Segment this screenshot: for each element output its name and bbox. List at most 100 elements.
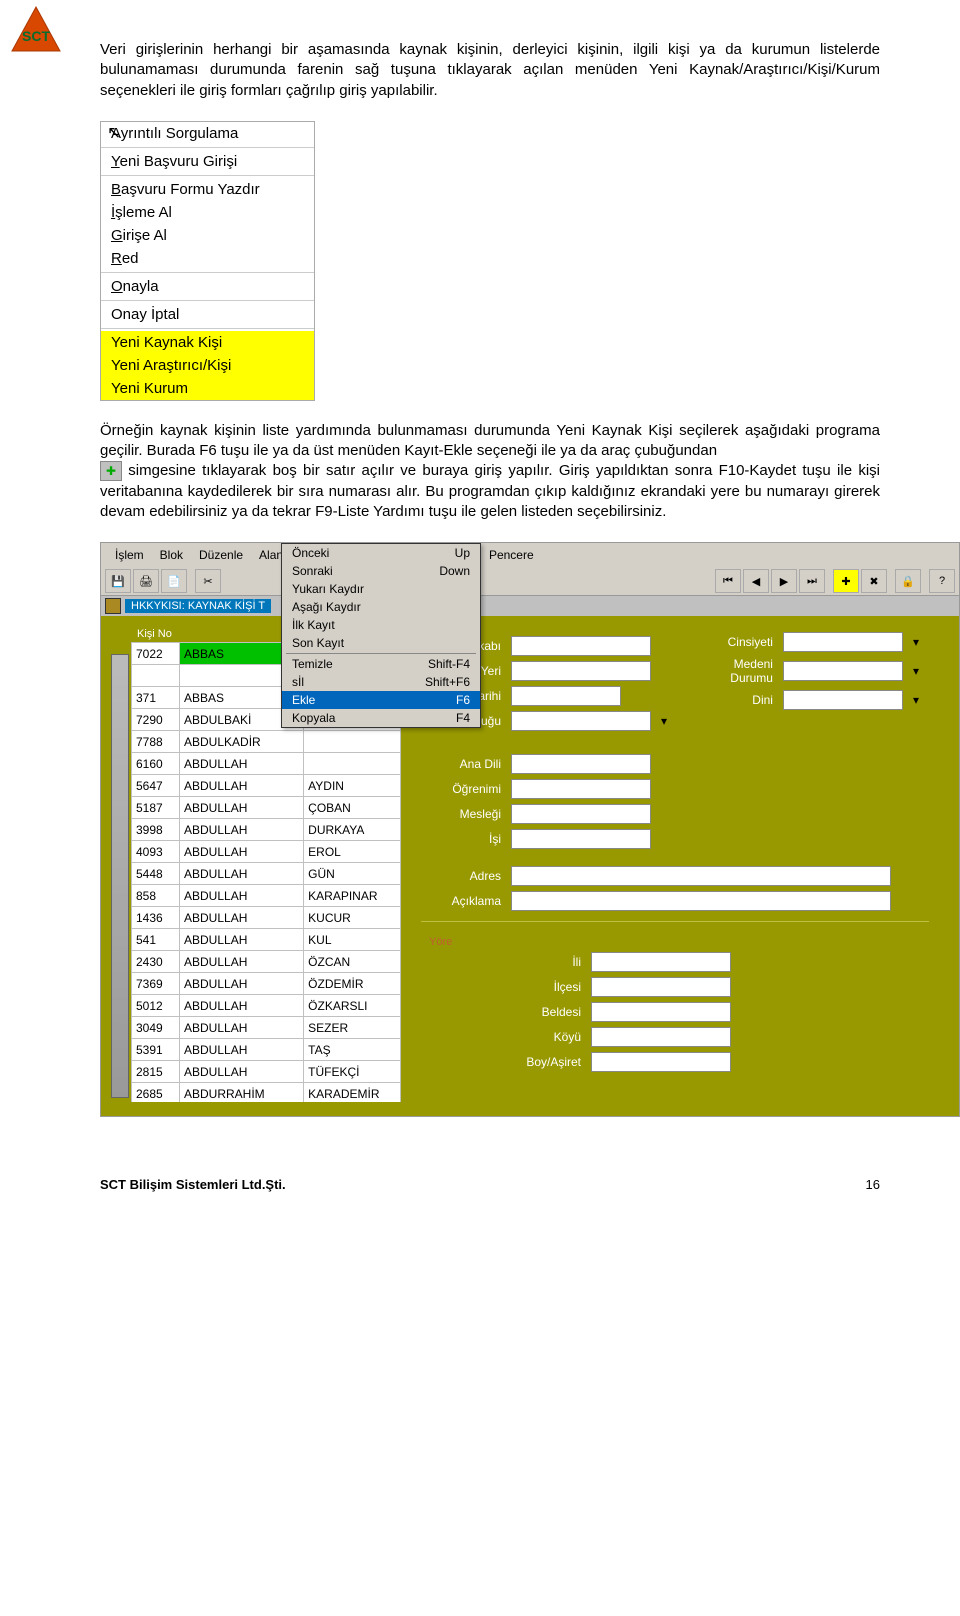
menu-item[interactable]: Onay İptal [101, 303, 314, 326]
table-row[interactable]: 858ABDULLAHKARAPINAR [132, 885, 401, 907]
menu-item[interactable]: Red [101, 247, 314, 270]
label-ilcesi: İlçesi [501, 980, 581, 994]
input-dini[interactable] [783, 690, 903, 710]
table-row[interactable]: 5012ABDULLAHÖZKARSLI [132, 995, 401, 1017]
scrollbar[interactable] [111, 654, 129, 1098]
table-row[interactable]: 5187ABDULLAHÇOBAN [132, 797, 401, 819]
paragraph-1: Veri girişlerinin herhangi bir aşamasınd… [100, 40, 880, 101]
context-menu-1: ↖Ayrıntılı Sorgulama Yeni Başvuru Girişi… [100, 121, 315, 401]
menubar-item[interactable]: Düzenle [193, 546, 249, 564]
input-lakabi[interactable] [511, 636, 651, 656]
dropdown-item[interactable]: TemizleShift-F4 [282, 655, 480, 673]
dropdown-item[interactable]: sİlShift+F6 [282, 673, 480, 691]
input-beldesi[interactable] [591, 1002, 731, 1022]
label-medeni: Medeni Durumu [693, 657, 773, 685]
toolbar-nav-last[interactable]: ⏭ [799, 569, 825, 593]
menu-item[interactable]: Girişe Al [101, 224, 314, 247]
table-row[interactable]: 5647ABDULLAHAYDIN [132, 775, 401, 797]
toolbar-help[interactable]: ? [929, 569, 955, 593]
table-row[interactable]: 3998ABDULLAHDURKAYA [132, 819, 401, 841]
input-adres[interactable] [511, 866, 891, 886]
sct-logo: SCT [10, 5, 62, 62]
input-ogrenimi[interactable] [511, 779, 651, 799]
input-cinsiyeti[interactable] [783, 632, 903, 652]
menu-item-highlighted[interactable]: Yeni Kaynak Kişi [101, 331, 314, 354]
menubar: İşlemBlokDüzenleAlanKayıtSorguYardımDiğe… [101, 543, 959, 567]
label-koyu: Köyü [501, 1030, 581, 1044]
input-meslegi[interactable] [511, 804, 651, 824]
input-uyrugu[interactable] [511, 711, 651, 731]
yore-fieldset: Yöre İli İlçesi Beldesi Köyü Boy/Aşiret [421, 921, 929, 1072]
label-cinsiyeti: Cinsiyeti [693, 635, 773, 649]
input-dogum-tarihi[interactable] [511, 686, 621, 706]
input-medeni[interactable] [783, 661, 903, 681]
window-title-row: HKKYKISI: KAYNAK KİŞİ T [101, 596, 959, 616]
toolbar-nav-next[interactable]: ▶ [771, 569, 797, 593]
label-aciklama: Açıklama [421, 894, 501, 908]
table-row[interactable]: 6160ABDULLAH [132, 753, 401, 775]
table-row[interactable]: 3049ABDULLAHSEZER [132, 1017, 401, 1039]
toolbar-button[interactable]: 🖨 [133, 569, 159, 593]
window-title: HKKYKISI: KAYNAK KİŞİ T [125, 599, 271, 613]
toolbar-delete-record[interactable]: ✖ [861, 569, 887, 593]
menu-item[interactable]: İşleme Al [101, 201, 314, 224]
dropdown-item[interactable]: KopyalaF4 [282, 709, 480, 727]
input-aciklama[interactable] [511, 891, 891, 911]
label-isi: İşi [421, 832, 501, 846]
paragraph-2: Örneğin kaynak kişinin liste yardımında … [100, 421, 880, 522]
fieldset-title-yore: Yöre [429, 936, 929, 948]
input-ana-dili[interactable] [511, 754, 651, 774]
menubar-item[interactable]: Blok [154, 546, 189, 564]
menu-item-highlighted[interactable]: Yeni Araştırıcı/Kişi [101, 354, 314, 377]
input-ili[interactable] [591, 952, 731, 972]
menubar-item[interactable]: İşlem [109, 546, 150, 564]
menu-item[interactable]: Yeni Başvuru Girişi [101, 150, 314, 173]
dropdown-item[interactable]: SonrakiDown [282, 562, 480, 580]
input-ilcesi[interactable] [591, 977, 731, 997]
dropdown-item[interactable]: Son Kayıt [282, 634, 480, 652]
svg-text:SCT: SCT [22, 28, 50, 44]
toolbar-button[interactable]: 🔒 [895, 569, 921, 593]
table-row[interactable]: 2815ABDULLAHTÜFEKÇİ [132, 1061, 401, 1083]
table-row[interactable]: 4093ABDULLAHEROL [132, 841, 401, 863]
table-row[interactable]: 2430ABDULLAHÖZCAN [132, 951, 401, 973]
table-row[interactable]: 7369ABDULLAHÖZDEMİR [132, 973, 401, 995]
input-isi[interactable] [511, 829, 651, 849]
menu-separator [101, 272, 314, 273]
dropdown-item[interactable]: Aşağı Kaydır [282, 598, 480, 616]
page-number: 16 [866, 1177, 880, 1192]
table-row[interactable]: 5448ABDULLAHGÜN [132, 863, 401, 885]
toolbar-button[interactable]: ✂ [195, 569, 221, 593]
toolbar-add-record[interactable]: ✚ [833, 569, 859, 593]
kayit-dropdown-menu: ÖncekiUpSonrakiDownYukarı KaydırAşağı Ka… [281, 543, 481, 728]
toolbar-button[interactable]: 💾 [105, 569, 131, 593]
input-boy[interactable] [591, 1052, 731, 1072]
table-row[interactable]: 541ABDULLAHKUL [132, 929, 401, 951]
menu-item[interactable]: Başvuru Formu Yazdır [101, 178, 314, 201]
table-row[interactable]: 5391ABDULLAHTAŞ [132, 1039, 401, 1061]
toolbar-button[interactable]: 📄 [161, 569, 187, 593]
menu-item-highlighted[interactable]: Yeni Kurum [101, 377, 314, 400]
dropdown-item[interactable]: İlk Kayıt [282, 616, 480, 634]
table-row[interactable]: 7788ABDULKADİR [132, 731, 401, 753]
toolbar: 💾 🖨 📄 ✂ ÖncekiUpSonrakiDownYukarı Kaydır… [101, 567, 959, 596]
top-right-field-group: Cinsiyeti▾ Medeni Durumu▾ Dini▾ [693, 632, 919, 715]
footer-company: SCT Bilişim Sistemleri Ltd.Şti. [100, 1177, 286, 1192]
label-ana-dili: Ana Dili [421, 757, 501, 771]
page-footer: SCT Bilişim Sistemleri Ltd.Şti. 16 [100, 1177, 880, 1192]
input-koyu[interactable] [591, 1027, 731, 1047]
table-row[interactable]: 1436ABDULLAHKUCUR [132, 907, 401, 929]
dropdown-item[interactable]: ÖncekiUp [282, 544, 480, 562]
menu-item[interactable]: Onayla [101, 275, 314, 298]
dropdown-item[interactable]: EkleF6 [282, 691, 480, 709]
menubar-item[interactable]: Pencere [483, 546, 540, 564]
menu-item[interactable]: ↖Ayrıntılı Sorgulama [101, 122, 314, 145]
dropdown-item[interactable]: Yukarı Kaydır [282, 580, 480, 598]
input-dogum-yeri[interactable] [511, 661, 651, 681]
toolbar-nav-first[interactable]: ⏮ [715, 569, 741, 593]
toolbar-nav-prev[interactable]: ◀ [743, 569, 769, 593]
menu-separator [101, 328, 314, 329]
table-row[interactable]: 2685ABDURRAHİMKARADEMİR [132, 1083, 401, 1103]
label-dini: Dini [693, 693, 773, 707]
label-adres: Adres [421, 869, 501, 883]
